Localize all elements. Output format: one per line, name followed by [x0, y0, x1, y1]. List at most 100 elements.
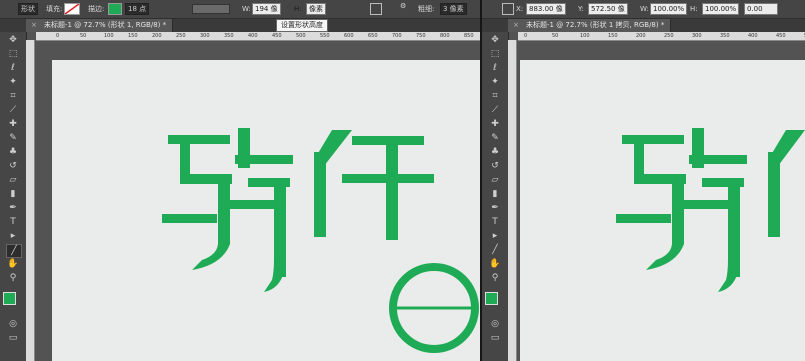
y-label: Y:	[578, 5, 584, 13]
y-field[interactable]: 572.50 像	[588, 3, 628, 15]
type-tool-icon[interactable]: T	[6, 216, 20, 228]
ruler-tick-label: 750	[416, 33, 426, 39]
marquee-tool-icon[interactable]: ⬚	[6, 48, 20, 60]
screen-mode-icon[interactable]: ▭	[6, 332, 20, 344]
logo-stroke	[616, 214, 671, 223]
ruler-tick-label: 250	[176, 33, 186, 39]
ruler-tick-label: 650	[368, 33, 378, 39]
pen-tool-icon[interactable]: ✒	[6, 202, 20, 214]
eraser-tool-icon[interactable]: ▱	[488, 174, 502, 186]
width-field[interactable]: 194 像	[252, 3, 281, 15]
left-photoshop-window: 形状 填充: 描边: 18 点 W: 194 像 H: 像素 ⚙ 粗细: 3 像…	[0, 0, 480, 361]
pen-tool-icon[interactable]: ✒	[488, 202, 502, 214]
marquee-tool-icon[interactable]: ⬚	[488, 48, 502, 60]
h-field[interactable]: 100.00%	[702, 3, 740, 15]
type-tool-icon[interactable]: T	[488, 216, 502, 228]
foreground-color-swatch[interactable]	[485, 292, 498, 305]
ruler-tick-label: 300	[200, 33, 210, 39]
healing-brush-icon[interactable]: ✚	[488, 118, 502, 130]
tool-mode-select[interactable]: 形状	[18, 3, 38, 15]
height-field[interactable]: 像素	[306, 3, 326, 15]
ruler-tick-label: 150	[128, 33, 138, 39]
document-canvas[interactable]	[52, 60, 480, 361]
quick-mask-icon[interactable]: ◎	[488, 318, 502, 330]
hand-tool-icon[interactable]: ✋	[6, 258, 20, 270]
line-tool-icon[interactable]: ╱	[488, 244, 502, 256]
stroke-type-select[interactable]	[192, 4, 230, 14]
brush-tool-icon[interactable]: ✎	[6, 132, 20, 144]
stroke-label: 描边:	[88, 5, 105, 13]
stamp-tool-icon[interactable]: ♣	[6, 146, 20, 158]
logo-stroke	[352, 136, 424, 145]
crop-tool-icon[interactable]: ⌗	[6, 90, 20, 102]
ruler-tick-label: 200	[152, 33, 162, 39]
ruler-tick-label: 450	[776, 33, 786, 39]
eyedropper-icon[interactable]: ⟋	[488, 104, 502, 116]
brush-tool-icon[interactable]: ✎	[488, 132, 502, 144]
w-field[interactable]: 100.00%	[650, 3, 688, 15]
document-canvas[interactable]	[520, 60, 805, 361]
close-icon[interactable]: ×	[513, 19, 519, 32]
ruler-tick-label: 50	[80, 33, 87, 39]
foreground-color-swatch[interactable]	[3, 292, 16, 305]
zoom-tool-icon[interactable]: ⚲	[6, 272, 20, 284]
logo-stroke	[248, 178, 290, 187]
history-brush-icon[interactable]: ↺	[488, 160, 502, 172]
magic-wand-icon[interactable]: ✦	[6, 76, 20, 88]
ruler-tick-label: 400	[748, 33, 758, 39]
eyedropper-icon[interactable]: ⟋	[6, 104, 20, 116]
history-brush-icon[interactable]: ↺	[6, 160, 20, 172]
ruler-tick-label: 700	[392, 33, 402, 39]
stroke-swatch[interactable]	[108, 3, 122, 15]
gradient-tool-icon[interactable]: ▮	[6, 188, 20, 200]
document-tab[interactable]: × 未标题-1 @ 72.7% (形状 1 拷贝, RGB/8) *	[508, 19, 672, 32]
x-field[interactable]: 883.00 像	[526, 3, 566, 15]
ruler-tick-label: 50	[552, 33, 559, 39]
screen-mode-icon[interactable]: ▭	[488, 332, 502, 344]
path-select-icon[interactable]: ▸	[488, 230, 502, 242]
path-select-icon[interactable]: ▸	[6, 230, 20, 242]
logo-stroke	[220, 200, 278, 209]
quick-mask-icon[interactable]: ◎	[6, 318, 20, 330]
stamp-tool-icon[interactable]: ♣	[488, 146, 502, 158]
angle-field[interactable]: 0.00	[744, 3, 778, 15]
close-icon[interactable]: ×	[31, 19, 37, 32]
ruler-tick-label: 600	[344, 33, 354, 39]
move-tool-icon[interactable]: ✥	[488, 34, 502, 46]
zoom-tool-icon[interactable]: ⚲	[488, 272, 502, 284]
magic-wand-icon[interactable]: ✦	[488, 76, 502, 88]
logo-stroke	[768, 152, 780, 237]
tools-panel: ✥ ⬚ ℓ ✦ ⌗ ⟋ ✚ ✎ ♣ ↺ ▱ ▮ ✒ T ▸ ╱ ✋ ⚲ ◎ ▭	[482, 32, 509, 361]
lasso-tool-icon[interactable]: ℓ	[488, 62, 502, 74]
logo-stroke	[314, 152, 326, 237]
reference-point-icon[interactable]	[502, 3, 514, 15]
horizontal-ruler: 0 50 100 150 200 250 300 350 400 450 500 550 600 650 7…	[36, 32, 480, 41]
hand-tool-icon[interactable]: ✋	[488, 258, 502, 270]
fill-swatch[interactable]	[64, 3, 80, 15]
options-bar: 形状 填充: 描边: 18 点 W: 194 像 H: 像素 ⚙ 粗细: 3 像…	[0, 0, 480, 19]
lasso-tool-icon[interactable]: ℓ	[6, 62, 20, 74]
logo-artwork	[616, 128, 805, 292]
weight-field[interactable]: 3 像素	[440, 3, 467, 15]
ruler-tick-label: 550	[320, 33, 330, 39]
logo-stroke	[622, 135, 684, 144]
no-fill-icon	[64, 3, 80, 15]
logo-stroke	[192, 244, 230, 270]
crop-tool-icon[interactable]: ⌗	[488, 90, 502, 102]
right-photoshop-window: X: 883.00 像 Y: 572.50 像 W: 100.00% H: 10…	[482, 0, 805, 361]
document-tab[interactable]: × 未标题-1 @ 72.7% (形状 1, RGB/8) *	[26, 19, 174, 32]
healing-brush-icon[interactable]: ✚	[6, 118, 20, 130]
ruler-tick-label: 100	[104, 33, 114, 39]
document-tabbar: × 未标题-1 @ 72.7% (形状 1, RGB/8) *	[0, 19, 480, 32]
gear-icon[interactable]: ⚙	[400, 2, 406, 10]
logo-stroke	[162, 214, 217, 223]
stroke-width-field[interactable]: 18 点	[125, 3, 150, 15]
move-tool-icon[interactable]: ✥	[6, 34, 20, 46]
ruler-tick-label: 800	[440, 33, 450, 39]
logo-stroke	[674, 200, 732, 209]
gradient-tool-icon[interactable]: ▮	[488, 188, 502, 200]
line-tool-icon[interactable]: ╱	[6, 244, 22, 258]
eraser-tool-icon[interactable]: ▱	[6, 174, 20, 186]
path-ops-icon[interactable]	[370, 3, 382, 15]
ruler-tick-label: 0	[56, 33, 60, 39]
